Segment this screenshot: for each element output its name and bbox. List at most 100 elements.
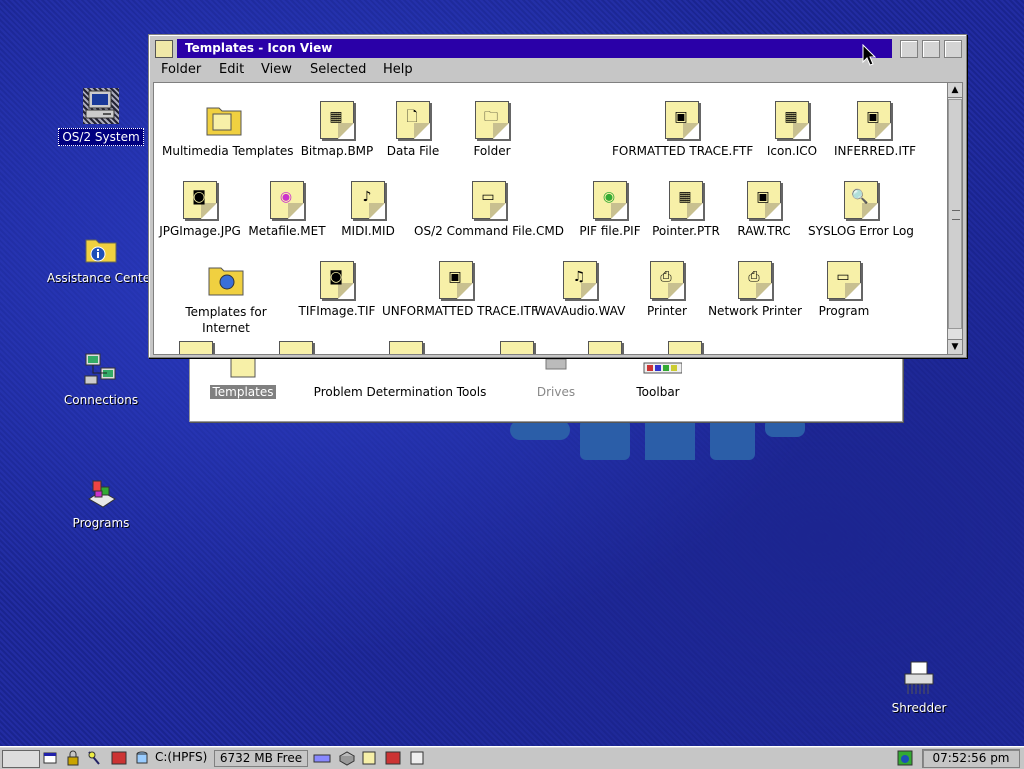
template-program[interactable]: ▭ Program bbox=[814, 260, 874, 318]
template-inferred[interactable]: ▣ INFERRED.ITF bbox=[834, 100, 916, 158]
desktop-icon-connections[interactable]: Connections bbox=[41, 352, 161, 408]
template-wav[interactable]: ♫ WAVAudio.WAV bbox=[532, 260, 628, 318]
template-multimedia-templates[interactable]: Multimedia Templates bbox=[162, 100, 294, 158]
internet-folder-icon bbox=[207, 260, 245, 300]
window-list-icon[interactable] bbox=[42, 750, 60, 766]
template-label: Network Printer bbox=[708, 304, 802, 318]
scroll-up-arrow-icon[interactable]: ▲ bbox=[948, 83, 962, 98]
menu-view[interactable]: View bbox=[261, 62, 292, 77]
template-partial-item[interactable] bbox=[176, 340, 216, 354]
disk-free-indicator[interactable]: 6732 MB Free bbox=[214, 750, 308, 767]
shredder-icon bbox=[901, 660, 937, 696]
template-partial-item[interactable] bbox=[585, 340, 625, 354]
template-folder[interactable]: 🗀 Folder bbox=[462, 100, 522, 158]
pif-icon: ◉ bbox=[591, 180, 629, 220]
template-jpg[interactable]: ◙ JPGImage.JPG bbox=[158, 180, 242, 238]
template-bitmap[interactable]: ▦ Bitmap.BMP bbox=[297, 100, 377, 158]
template-label: Metafile.MET bbox=[248, 224, 326, 238]
template-icon[interactable]: ▦ Icon.ICO bbox=[757, 100, 827, 158]
clock[interactable]: 07:52:56 pm bbox=[922, 749, 1020, 768]
lock-icon[interactable] bbox=[64, 750, 82, 766]
scroll-down-arrow-icon[interactable]: ▼ bbox=[948, 339, 962, 354]
template-partial-item[interactable] bbox=[665, 340, 705, 354]
template-raw-trc[interactable]: ▣ RAW.TRC bbox=[734, 180, 794, 238]
maximize-button[interactable] bbox=[944, 40, 962, 58]
info-icon[interactable] bbox=[896, 750, 914, 766]
command-prompt-icon: ▭ bbox=[470, 180, 508, 220]
template-metafile[interactable]: ◉ Metafile.MET bbox=[247, 180, 327, 238]
hide-button[interactable] bbox=[900, 40, 918, 58]
template-templates-for-internet[interactable]: Templates for Internet bbox=[176, 260, 276, 336]
vertical-scrollbar[interactable]: ▲ ▼ bbox=[947, 82, 963, 355]
template-label: RAW.TRC bbox=[737, 224, 791, 238]
bg-icon-drives[interactable]: Drives bbox=[526, 355, 586, 399]
desktop-icon-shredder[interactable]: Shredder bbox=[859, 660, 979, 716]
folder-icon bbox=[205, 100, 243, 140]
template-tif[interactable]: ◙ TIFImage.TIF bbox=[294, 260, 380, 318]
tray-icon[interactable] bbox=[360, 750, 378, 766]
template-unformatted-trace[interactable]: ▣ UNFORMATTED TRACE.ITF bbox=[382, 260, 538, 318]
template-formatted-trace[interactable]: ▣ FORMATTED TRACE.FTF bbox=[612, 100, 753, 158]
template-syslog[interactable]: 🔍 SYSLOG Error Log bbox=[806, 180, 916, 238]
tools-folder-icon bbox=[384, 355, 416, 381]
find-icon[interactable] bbox=[86, 750, 104, 766]
template-partial-item[interactable] bbox=[497, 340, 537, 354]
template-midi[interactable]: ♪ MIDI.MID bbox=[338, 180, 398, 238]
image-icon: ◙ bbox=[181, 180, 219, 220]
minimize-button[interactable] bbox=[922, 40, 940, 58]
template-command-file[interactable]: ▭ OS/2 Command File.CMD bbox=[414, 180, 564, 238]
desktop-icon-label: Connections bbox=[63, 393, 139, 407]
tray-icon[interactable] bbox=[382, 750, 404, 766]
template-label: Printer bbox=[647, 304, 687, 318]
desktop-icon-label: Programs bbox=[72, 516, 130, 530]
program-window-icon: ▭ bbox=[825, 260, 863, 300]
template-partial-item[interactable] bbox=[386, 340, 426, 354]
menu-edit[interactable]: Edit bbox=[219, 62, 244, 77]
menu-folder[interactable]: Folder bbox=[161, 62, 201, 77]
desktop-icon-assistance-center[interactable]: Assistance Center bbox=[41, 230, 161, 286]
template-network-printer[interactable]: ⎙ Network Printer bbox=[707, 260, 803, 318]
template-pointer[interactable]: ▦ Pointer.PTR bbox=[651, 180, 721, 238]
templates-window[interactable]: Templates - Icon View Folder Edit View S… bbox=[148, 34, 967, 358]
folder-info-icon bbox=[83, 230, 119, 266]
image-icon: ◙ bbox=[318, 260, 356, 300]
folder-icon: 🗀 bbox=[473, 100, 511, 140]
bg-icon-toolbar[interactable]: Toolbar bbox=[628, 355, 688, 399]
icon-view-area[interactable]: Multimedia Templates ▦ Bitmap.BMP 🗋 Data… bbox=[153, 82, 948, 355]
bg-icon-templates[interactable]: Templates bbox=[208, 354, 278, 399]
title-bar[interactable]: Templates - Icon View bbox=[153, 38, 962, 59]
background-folder-window[interactable]: Templates Problem Determination Tools Dr… bbox=[189, 350, 903, 422]
template-partial-item[interactable] bbox=[276, 340, 316, 354]
scroll-thumb[interactable] bbox=[948, 99, 962, 329]
template-label: PIF file.PIF bbox=[579, 224, 641, 238]
template-data-file[interactable]: 🗋 Data File bbox=[383, 100, 443, 158]
disk-free-text: 6732 MB Free bbox=[219, 751, 303, 765]
menu-help[interactable]: Help bbox=[383, 62, 413, 77]
tray-icon[interactable] bbox=[408, 750, 426, 766]
desktop-icon-os2-system[interactable]: OS/2 System bbox=[41, 88, 161, 146]
os2-logo-button[interactable] bbox=[2, 750, 40, 768]
drive-icon[interactable] bbox=[134, 750, 150, 766]
bg-icon-label: Drives bbox=[536, 385, 576, 399]
drive-label[interactable]: C:(HPFS) bbox=[155, 750, 207, 764]
trace-icon: ▣ bbox=[663, 100, 701, 140]
bg-icon-label: Problem Determination Tools bbox=[313, 385, 487, 399]
template-pif[interactable]: ◉ PIF file.PIF bbox=[575, 180, 645, 238]
menu-selected[interactable]: Selected bbox=[310, 62, 366, 77]
warpcenter-taskbar: C:(HPFS) 6732 MB Free 07:52:56 pm bbox=[0, 746, 1024, 769]
tray-icon[interactable] bbox=[312, 750, 332, 766]
template-label: Program bbox=[818, 304, 870, 318]
tray-icon[interactable] bbox=[338, 750, 356, 766]
bg-icon-label: Templates bbox=[210, 385, 276, 399]
bg-icon-problem-determination[interactable]: Problem Determination Tools bbox=[308, 355, 492, 399]
system-setup-icon[interactable] bbox=[110, 750, 128, 766]
document-icon: 🗋 bbox=[394, 100, 432, 140]
metafile-icon: ◉ bbox=[268, 180, 306, 220]
icon-file-icon: ▦ bbox=[773, 100, 811, 140]
bg-icon-label: Toolbar bbox=[636, 385, 680, 399]
computer-icon bbox=[83, 88, 119, 124]
template-printer[interactable]: ⎙ Printer bbox=[637, 260, 697, 318]
network-computers-icon bbox=[83, 352, 119, 388]
system-menu-icon[interactable] bbox=[155, 40, 173, 58]
desktop-icon-programs[interactable]: Programs bbox=[41, 475, 161, 531]
